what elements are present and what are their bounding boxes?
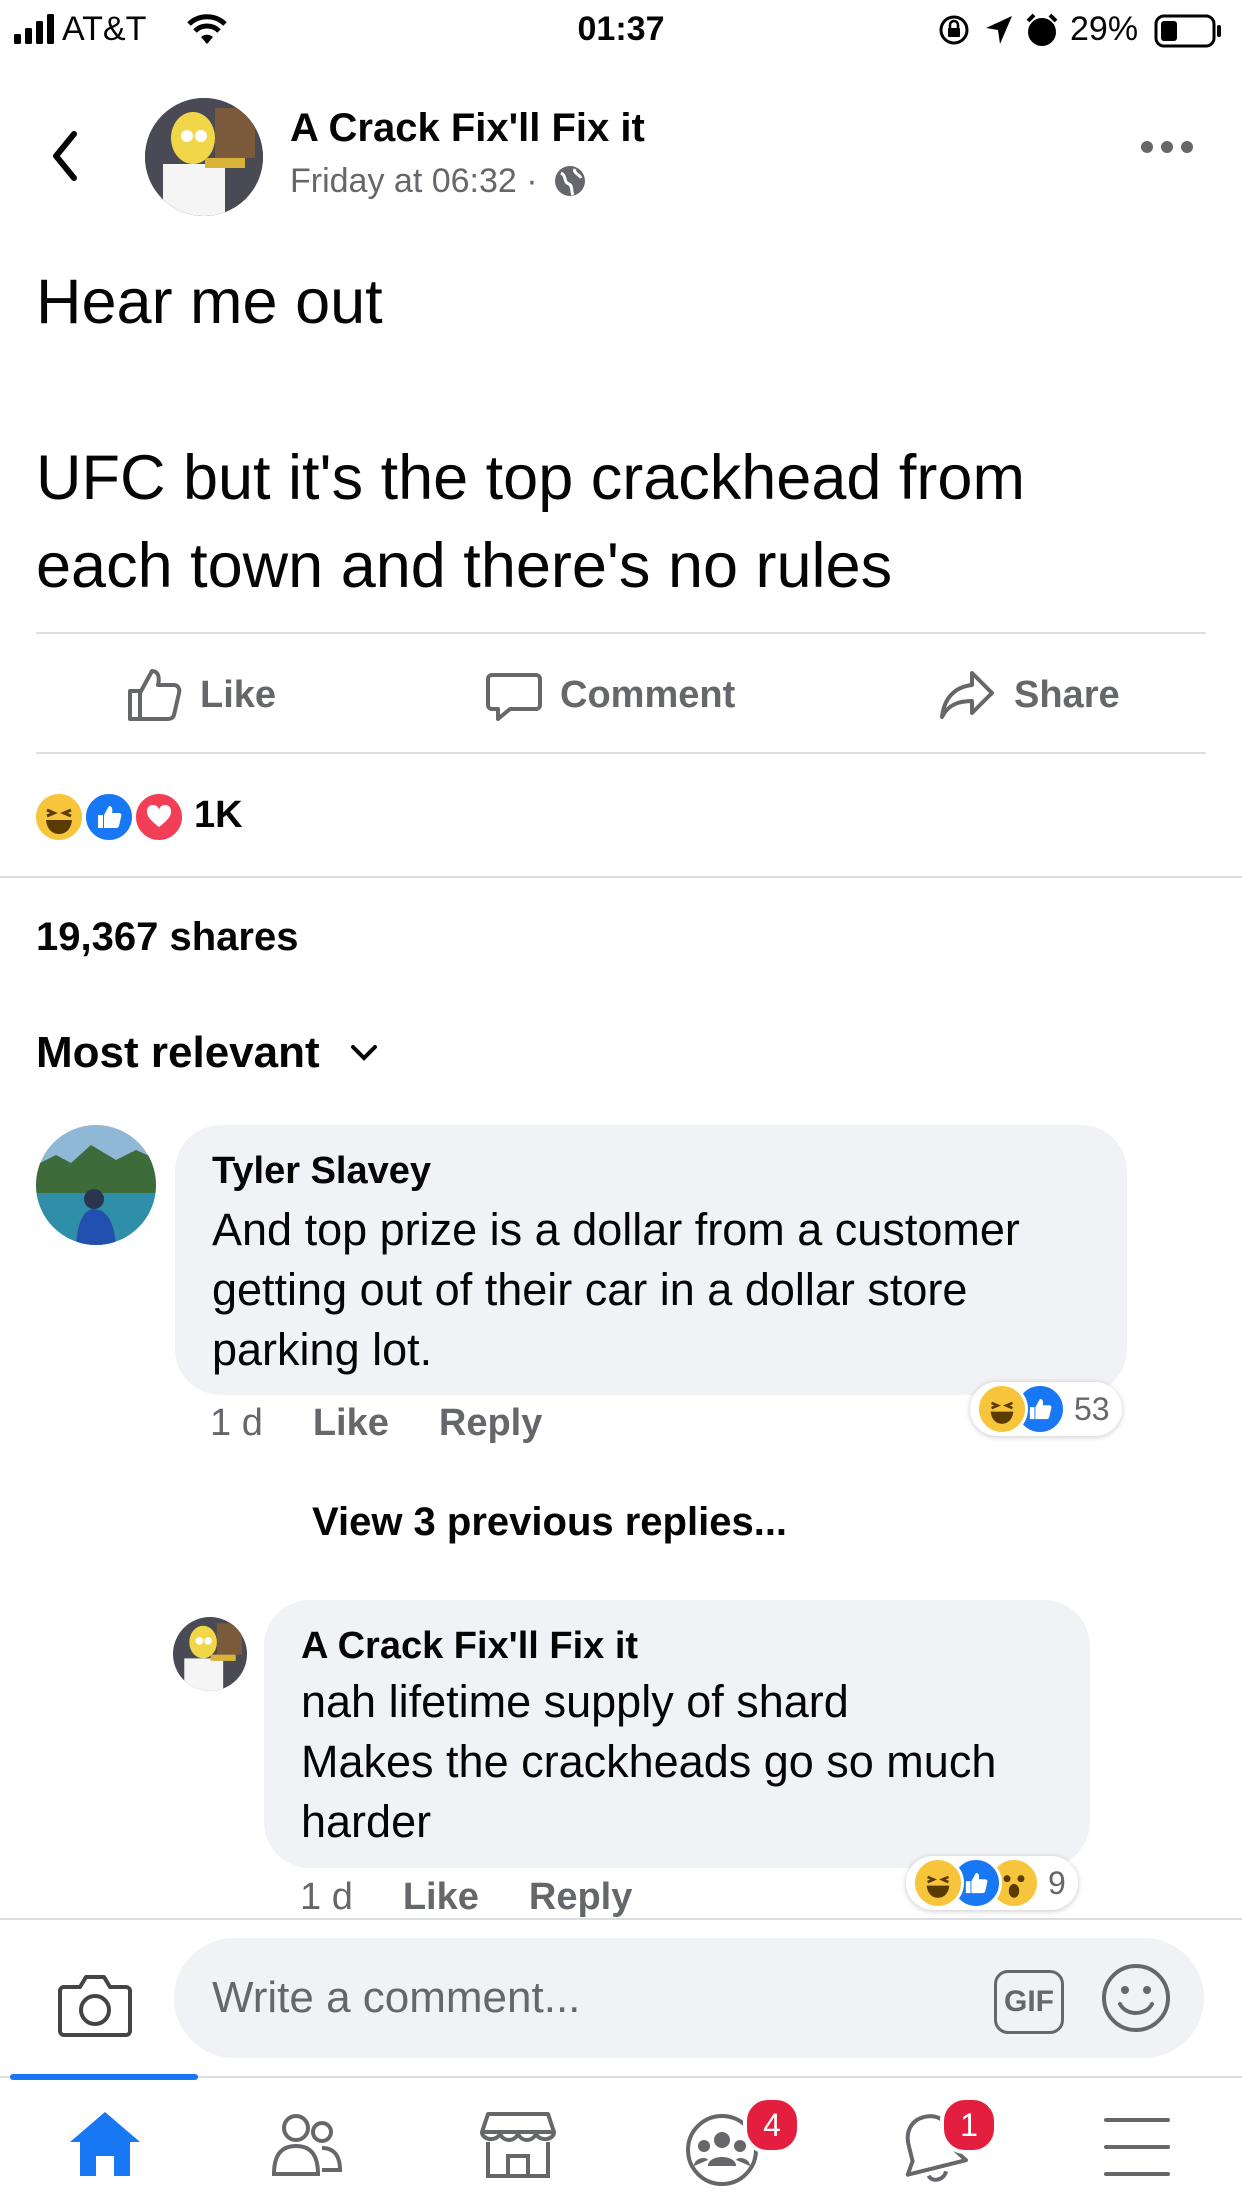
like-thumb-icon <box>98 806 122 828</box>
comment-reactions[interactable]: 9 <box>906 1856 1078 1910</box>
divider <box>36 752 1206 754</box>
haha-face-icon <box>46 808 72 834</box>
camera-icon[interactable] <box>58 1973 132 2037</box>
notifications-badge-count: 1 <box>960 2106 978 2143</box>
comment-text: nah lifetime supply of shard Makes the c… <box>301 1672 996 1852</box>
active-tab-indicator <box>10 2074 198 2080</box>
haha-face-icon <box>926 1875 950 1898</box>
comment-reply-button[interactable]: Reply <box>529 1876 632 1919</box>
haha-reaction-icon <box>976 1383 1028 1435</box>
post-text-line: each town and there's no rules <box>36 531 893 601</box>
post-text-line: UFC but it's the top crackhead from <box>36 443 1025 513</box>
comment-reaction-count: 9 <box>1048 1864 1066 1901</box>
haha-reaction-icon <box>32 790 86 844</box>
comment-like-button[interactable]: Like <box>403 1876 479 1919</box>
page-avatar[interactable] <box>145 98 263 216</box>
heart-icon <box>146 805 172 827</box>
sort-comments-dropdown[interactable]: Most relevant <box>36 1028 378 1078</box>
battery-percent: 29% <box>1070 10 1139 48</box>
globe-icon <box>555 166 586 196</box>
post-author[interactable]: A Crack Fix'll Fix it <box>290 106 645 151</box>
comment-text-line: harder <box>301 1796 432 1847</box>
groups-badge: 4 <box>743 2096 801 2154</box>
comment-label: Comment <box>560 673 736 716</box>
comment-age: 1 d <box>210 1402 263 1444</box>
more-options-icon[interactable] <box>1140 140 1194 154</box>
like-label: Like <box>200 673 277 716</box>
battery-icon <box>1154 14 1221 48</box>
like-thumb-icon <box>1029 1398 1052 1420</box>
comment-text-line: parking lot. <box>212 1324 433 1375</box>
thumbs-up-icon <box>128 669 182 721</box>
comment-reaction-count: 53 <box>1074 1390 1110 1427</box>
location-icon <box>986 16 1012 44</box>
comment-text-line: And top prize is a dollar from a custome… <box>212 1204 1020 1255</box>
alarm-icon <box>1026 13 1058 46</box>
divider <box>36 632 1206 634</box>
shares-count[interactable]: 19,367 shares <box>36 915 298 960</box>
comment-author[interactable]: A Crack Fix'll Fix it <box>301 1625 638 1668</box>
avatar-image <box>145 98 263 216</box>
notifications-badge: 1 <box>940 2096 998 2154</box>
comment-author[interactable]: Tyler Slavey <box>212 1150 431 1193</box>
comment-like-button[interactable]: Like <box>313 1402 389 1445</box>
gif-button[interactable]: GIF <box>994 1970 1064 2034</box>
like-button[interactable]: Like <box>126 665 276 725</box>
home-icon[interactable] <box>68 2108 142 2178</box>
comment-button[interactable]: Comment <box>486 665 735 725</box>
bottom-tab-bar: 4 1 <box>0 2074 1242 2210</box>
rotation-lock-icon <box>939 15 969 45</box>
comment-text-line: nah lifetime supply of shard <box>301 1676 849 1727</box>
groups-badge-count: 4 <box>763 2106 781 2143</box>
commenter-avatar[interactable] <box>36 1125 156 1245</box>
sort-label: Most relevant <box>36 1028 320 1077</box>
divider <box>0 876 1242 878</box>
post-body: Hear me out UFC but it's the top crackhe… <box>36 258 1206 610</box>
comment-text-line: Makes the crackheads go so much <box>301 1736 997 1787</box>
comment-age: 1 d <box>300 1876 353 1918</box>
post-timestamp: Friday at 06:32 · <box>290 162 587 201</box>
friends-icon[interactable] <box>270 2108 344 2178</box>
emoji-icon[interactable] <box>1100 1962 1172 2034</box>
post-time-label: Friday at 06:32 · <box>290 162 538 200</box>
comment-meta: 1 d Like Reply <box>210 1402 592 1445</box>
comment-meta: 1 d Like Reply <box>300 1876 682 1919</box>
comment-text: And top prize is a dollar from a custome… <box>212 1200 1020 1380</box>
comment-text-line: getting out of their car in a dollar sto… <box>212 1264 968 1315</box>
share-icon <box>940 671 994 719</box>
gif-label: GIF <box>1004 1985 1054 2018</box>
comment-reply-button[interactable]: Reply <box>439 1402 542 1445</box>
haha-reaction-icon <box>912 1857 964 1909</box>
commenter-avatar[interactable] <box>173 1617 247 1691</box>
view-previous-replies[interactable]: View 3 previous replies... <box>312 1500 787 1545</box>
comment-icon <box>486 673 542 721</box>
avatar-image <box>36 1125 156 1245</box>
like-thumb-icon <box>965 1872 988 1894</box>
chevron-down-icon <box>350 1045 377 1061</box>
share-label: Share <box>1014 673 1120 716</box>
back-icon[interactable] <box>50 128 80 184</box>
comment-reactions[interactable]: 53 <box>970 1382 1122 1436</box>
menu-icon[interactable] <box>1104 2118 1170 2176</box>
status-bar: AT&T 01:37 29% <box>0 0 1242 62</box>
comment-composer: GIF <box>0 1918 1242 2080</box>
share-button[interactable]: Share <box>938 665 1120 725</box>
haha-face-icon <box>990 1401 1014 1424</box>
love-reaction-icon <box>132 790 186 844</box>
reactions-count[interactable]: 1K <box>194 794 243 837</box>
like-reaction-icon <box>82 790 136 844</box>
avatar-image <box>173 1617 247 1691</box>
post-text-line: Hear me out <box>36 267 383 337</box>
marketplace-icon[interactable] <box>480 2108 556 2180</box>
